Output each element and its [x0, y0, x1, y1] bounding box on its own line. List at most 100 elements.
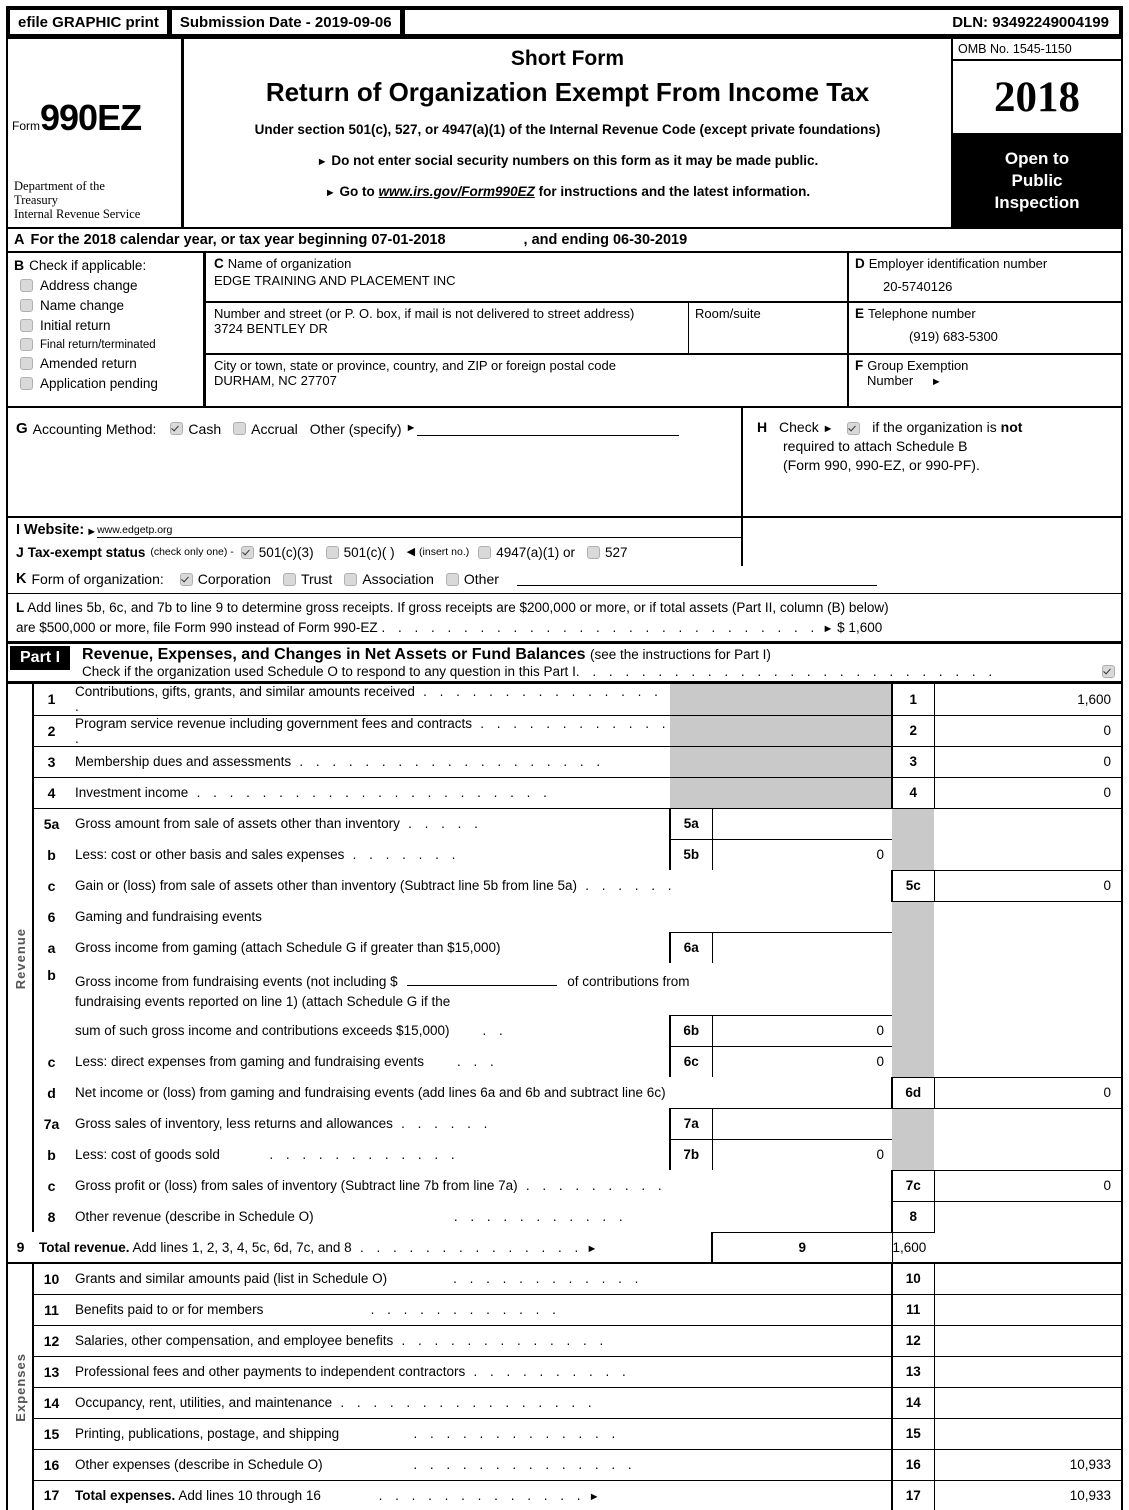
right-line-value[interactable]: 0 — [934, 745, 1122, 778]
side-label-expenses: Expenses — [7, 1262, 34, 1510]
right-line-value[interactable] — [934, 1262, 1122, 1295]
right-line-value[interactable] — [934, 1417, 1122, 1450]
spacer-cell — [892, 989, 934, 1016]
right-line-value[interactable]: 1,600 — [934, 684, 1122, 715]
row-description-text: sum of such gross income and contributio… — [75, 1023, 450, 1039]
table-row: 17 Total expenses. Add lines 10 through … — [7, 1479, 1122, 1510]
checkbox-icon[interactable] — [20, 279, 33, 292]
leader-dots: . . . . . . . . . . . . . . . . . . . . … — [575, 664, 997, 680]
checkbox-icon[interactable] — [20, 357, 33, 370]
leader-dots: . . . . . — [399, 816, 483, 832]
radio-other-org[interactable]: Other — [445, 571, 499, 587]
check-only-one-note: (check only one) - — [150, 546, 234, 558]
row-description: Salaries, other compensation, and employ… — [69, 1324, 892, 1357]
right-line-number: 17 — [891, 1479, 935, 1510]
mid-line-value[interactable]: 0 — [712, 838, 892, 871]
row-description: Other expenses (describe in Schedule O) … — [69, 1448, 892, 1481]
radio-corporation[interactable]: Corporation — [179, 571, 271, 587]
other-org-input[interactable] — [516, 572, 877, 586]
mid-line-value[interactable]: 0 — [712, 1045, 892, 1078]
right-line-value[interactable]: 0 — [934, 776, 1122, 809]
checkbox-initial-return[interactable]: Initial return — [20, 318, 203, 333]
org-street-cell: Number and street (or P. O. box, if mail… — [206, 303, 847, 355]
right-line-value[interactable] — [934, 1200, 1122, 1233]
radio-501c[interactable]: 501(c)( ) — [325, 545, 395, 560]
right-line-value[interactable]: 10,933 — [934, 1479, 1122, 1510]
leader-dots: . . . . . . . . . . . . — [263, 1302, 561, 1318]
right-line-value[interactable] — [934, 1324, 1122, 1357]
other-specify-input[interactable] — [416, 422, 679, 436]
room-suite-subcell: Room/suite — [689, 303, 847, 353]
right-line-value[interactable]: 0 — [934, 1076, 1122, 1109]
radio-other-org-label: Other — [463, 571, 499, 587]
checkbox-icon[interactable] — [478, 545, 492, 559]
checkbox-icon[interactable] — [20, 377, 33, 390]
triangle-pointer-icon: ► — [405, 422, 417, 434]
mid-line-number: 7b — [669, 1138, 713, 1171]
checkbox-name-change[interactable]: Name change — [20, 298, 203, 313]
form-990ez-page: efile GRAPHIC print Submission Date - 20… — [0, 0, 1129, 1510]
leader-dots: . . . . . . . . . . . . . . . . . . . . … — [381, 619, 819, 635]
org-name-label-row: C Name of organization — [214, 256, 847, 271]
fundraising-contributions-input[interactable] — [407, 972, 558, 987]
mid-line-value[interactable] — [712, 807, 892, 840]
checkbox-amended-return[interactable]: Amended return — [20, 356, 203, 371]
checkbox-application-pending[interactable]: Application pending — [20, 376, 203, 391]
website-value[interactable]: www.edgetp.org — [97, 524, 741, 538]
right-line-value[interactable]: 10,933 — [934, 1448, 1122, 1481]
checkbox-icon[interactable] — [282, 572, 296, 586]
checkbox-icon[interactable] — [445, 572, 459, 586]
checkbox-icon[interactable] — [1102, 665, 1115, 679]
radio-527[interactable]: 527 — [587, 545, 628, 560]
checkbox-icon[interactable] — [20, 338, 33, 351]
right-line-value[interactable]: 1,600 — [892, 1231, 934, 1264]
checkbox-icon[interactable] — [325, 545, 339, 559]
right-line-value[interactable]: 0 — [934, 1169, 1122, 1202]
checkbox-address-change[interactable]: Address change — [20, 278, 203, 293]
radio-cash[interactable]: Cash — [170, 421, 221, 437]
org-name-label: Name of organization — [227, 256, 352, 271]
row-description-text: Grants and similar amounts paid (list in… — [75, 1271, 388, 1287]
checkbox-icon[interactable] — [587, 545, 601, 559]
table-row: 9 Total revenue. Add lines 1, 2, 3, 4, 5… — [7, 1231, 1122, 1264]
checkbox-icon[interactable] — [344, 572, 358, 586]
street-label: Number and street (or P. O. box, if mail… — [214, 306, 635, 321]
form-number: 990EZ — [40, 97, 142, 138]
spacer-cell — [934, 932, 1122, 963]
right-line-value[interactable]: 0 — [934, 714, 1122, 747]
mid-line-value[interactable]: 0 — [712, 1014, 892, 1047]
row-number: 3 — [33, 745, 69, 778]
leader-dots: . . . . . . . . . . . — [313, 1208, 628, 1224]
checkbox-icon[interactable] — [20, 319, 33, 332]
checkbox-icon[interactable] — [847, 421, 861, 435]
checkbox-icon[interactable] — [240, 545, 254, 559]
checkbox-icon[interactable] — [179, 572, 193, 586]
row-description: Less: cost or other basis and sales expe… — [69, 839, 670, 870]
city-label: City or town, state or province, country… — [214, 358, 616, 373]
masthead-left: Form990EZ Department of the Treasury Inter… — [8, 39, 184, 227]
table-row: b Gross income from fundraising events (… — [7, 963, 1122, 990]
mid-line-value[interactable] — [712, 931, 892, 964]
radio-association[interactable]: Association — [344, 571, 434, 587]
right-line-value[interactable] — [934, 1386, 1122, 1419]
right-line-value[interactable] — [934, 1293, 1122, 1326]
checkbox-icon[interactable] — [20, 299, 33, 312]
mid-line-value[interactable] — [712, 1107, 892, 1140]
room-suite-label: Room/suite — [695, 306, 761, 321]
spacer-cell — [934, 839, 1122, 870]
right-line-value[interactable]: 0 — [934, 869, 1122, 902]
mid-line-value[interactable]: 0 — [712, 1138, 892, 1171]
goto-suffix: for instructions and the latest informat… — [538, 184, 811, 199]
radio-501c3[interactable]: 501(c)(3) — [240, 545, 314, 560]
checkbox-final-return-terminated[interactable]: Final return/terminated — [20, 338, 203, 351]
radio-4947a1[interactable]: 4947(a)(1) or — [478, 545, 575, 560]
radio-accrual[interactable]: Accrual — [233, 421, 298, 437]
right-line-value[interactable] — [934, 1355, 1122, 1388]
radio-trust[interactable]: Trust — [282, 571, 332, 587]
checkbox-icon[interactable] — [170, 422, 184, 435]
checkbox-icon[interactable] — [233, 422, 247, 435]
telephone-label-row: E Telephone number — [855, 306, 1121, 321]
checkbox-label: Final return/terminated — [40, 338, 156, 351]
irs-form-link[interactable]: www.irs.gov/Form990EZ — [379, 184, 535, 199]
row-number: b — [47, 1146, 56, 1163]
